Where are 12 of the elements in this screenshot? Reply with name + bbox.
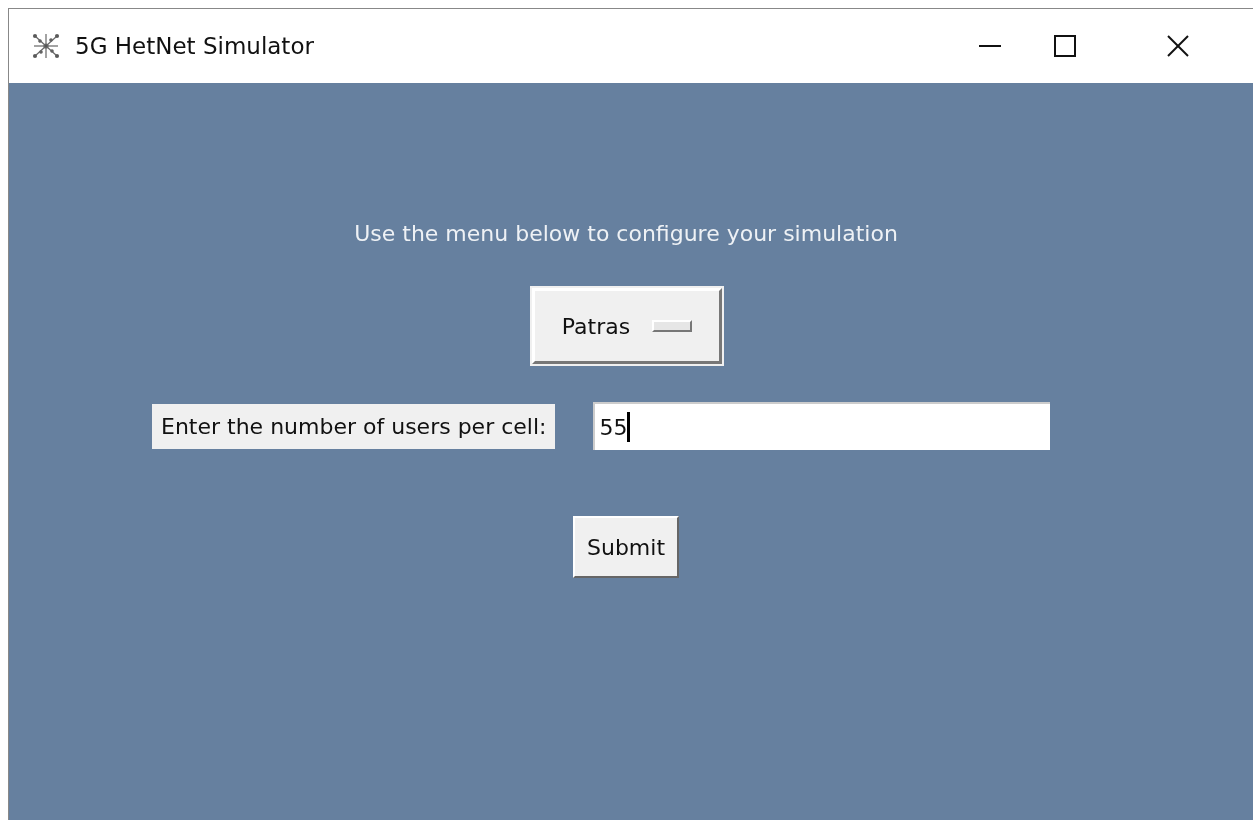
network-icon <box>31 31 61 61</box>
field-label: Enter the number of users per cell: <box>152 403 556 449</box>
instruction-text: Use the menu below to configure your simulation <box>353 221 899 246</box>
indicator-icon <box>652 320 693 332</box>
submit-button[interactable]: Submit <box>572 516 679 578</box>
input-field[interactable]: 55 <box>593 402 1051 450</box>
close-icon <box>1166 35 1189 57</box>
city-dropdown[interactable]: Patras <box>532 288 722 364</box>
maximize-icon <box>1053 35 1076 57</box>
minimize-icon <box>978 44 1001 48</box>
text-cursor <box>627 412 631 442</box>
window-title: 5G HetNet Simulator <box>75 33 314 59</box>
